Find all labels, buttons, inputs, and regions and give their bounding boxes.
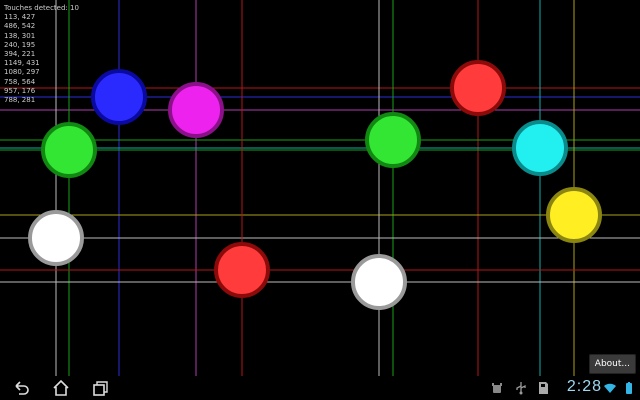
wifi-icon [604,383,616,393]
recent-apps-icon[interactable] [92,379,110,397]
back-icon[interactable] [12,379,30,397]
touch-coord: 758, 564 [4,77,36,86]
usb-icon [516,382,526,395]
touch-point [546,187,602,243]
touch-readout: Touches detected: 10 113, 427 486, 542 1… [4,4,79,105]
touch-coord: 1149, 431 [4,59,40,68]
touch-coord: 394, 221 [4,50,36,59]
home-icon[interactable] [52,379,70,397]
touch-coord: 486, 542 [4,22,36,31]
touch-point [351,254,407,310]
touch-point [512,120,568,176]
touch-count-label: Touches detected: 10 [4,4,79,12]
touch-point [41,122,97,178]
touch-coord: 957, 176 [4,86,36,95]
system-navigation-bar: 2:28 [0,376,640,400]
touch-point [168,82,224,138]
sd-card-icon [539,382,548,394]
touch-coord: 788, 281 [4,96,36,105]
touch-point [28,210,84,266]
about-button[interactable]: About... [588,354,636,374]
android-debug-icon [492,383,502,393]
touch-point [365,112,421,168]
battery-icon [626,382,632,394]
status-clock: 2:28 [566,378,602,395]
touch-coord: 1080, 297 [4,68,40,77]
touch-point [91,69,147,125]
touch-point [450,60,506,116]
touch-coord: 113, 427 [4,13,36,22]
touch-coord: 240, 195 [4,40,36,49]
touch-coord: 138, 301 [4,31,36,40]
touch-point [214,242,270,298]
touch-canvas[interactable] [0,0,640,376]
